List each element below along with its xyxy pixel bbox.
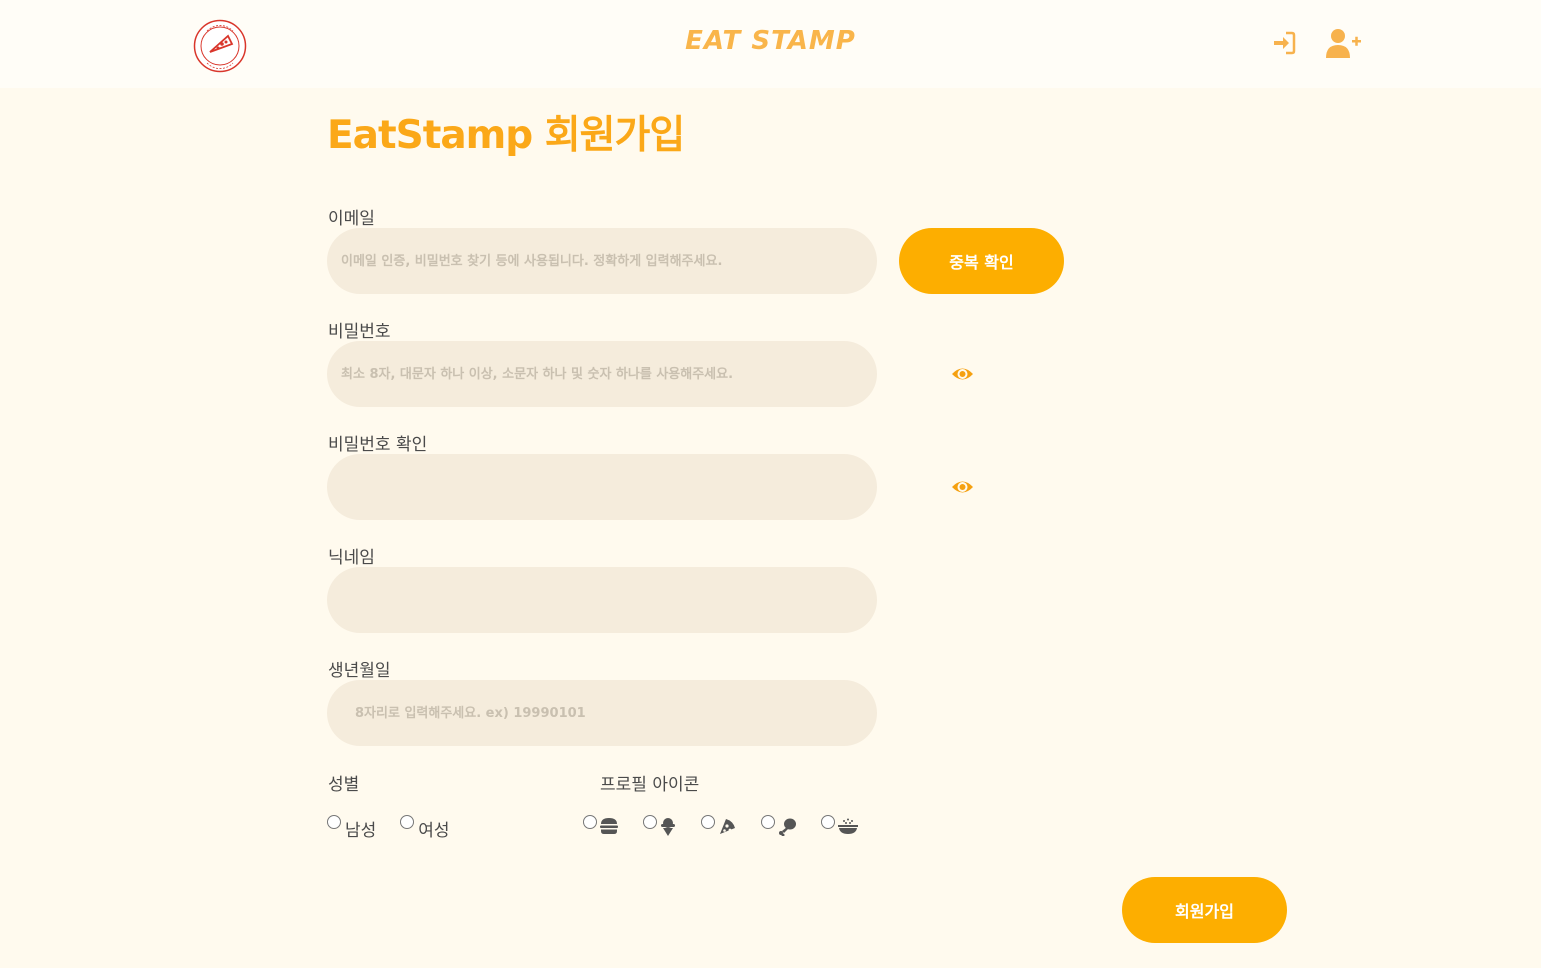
signup-submit-button[interactable]: 회원가입	[1122, 877, 1287, 943]
nickname-label: 닉네임	[328, 548, 375, 568]
profile-radio-rice-bowl[interactable]	[821, 815, 835, 829]
password-input[interactable]	[327, 341, 877, 407]
profile-option-rice-bowl[interactable]	[821, 813, 858, 834]
gender-label-female: 여성	[418, 821, 450, 841]
profile-radio-hamburger[interactable]	[583, 815, 597, 829]
pizza-icon	[720, 819, 735, 834]
password-label: 비밀번호	[328, 322, 391, 342]
rice-bowl-icon	[838, 818, 858, 834]
gender-radio-male[interactable]	[327, 815, 341, 829]
brand-title[interactable]: EAT STAMP	[0, 26, 1541, 56]
gender-option-female[interactable]: 여성	[400, 813, 450, 841]
profile-option-hamburger[interactable]	[583, 813, 618, 834]
profile-icon-label: 프로필 아이콘	[600, 775, 700, 795]
profile-option-drumstick[interactable]	[761, 813, 796, 836]
nickname-input[interactable]	[327, 567, 877, 633]
profile-radio-ice-cream[interactable]	[643, 815, 657, 829]
birth-input[interactable]	[327, 680, 877, 746]
password-confirm-label: 비밀번호 확인	[328, 435, 428, 455]
user-plus-icon[interactable]	[1326, 28, 1362, 60]
page-title: EatStamp 회원가입	[327, 113, 685, 158]
password-confirm-input[interactable]	[327, 454, 877, 520]
gender-options: 남성 여성	[327, 813, 464, 841]
top-navbar: EAT STAMP	[0, 0, 1541, 88]
gender-radio-female[interactable]	[400, 815, 415, 829]
profile-icon-options	[583, 813, 873, 843]
email-label: 이메일	[328, 209, 375, 229]
profile-option-ice-cream[interactable]	[643, 813, 676, 836]
profile-option-pizza[interactable]	[701, 813, 736, 835]
gender-label: 성별	[328, 775, 360, 795]
gender-option-male[interactable]: 남성	[327, 813, 376, 841]
email-input[interactable]	[327, 228, 877, 294]
profile-radio-pizza[interactable]	[701, 815, 715, 829]
sign-in-icon[interactable]	[1272, 30, 1296, 56]
gender-label-male: 남성	[345, 821, 377, 841]
eye-icon[interactable]	[951, 477, 974, 497]
eye-icon[interactable]	[951, 364, 974, 384]
drumstick-icon	[779, 818, 796, 836]
duplicate-check-button[interactable]: 중복 확인	[899, 228, 1064, 294]
profile-radio-drumstick[interactable]	[761, 815, 775, 829]
birth-label: 생년월일	[328, 661, 391, 681]
ice-cream-icon	[661, 818, 675, 836]
hamburger-icon	[600, 818, 618, 834]
